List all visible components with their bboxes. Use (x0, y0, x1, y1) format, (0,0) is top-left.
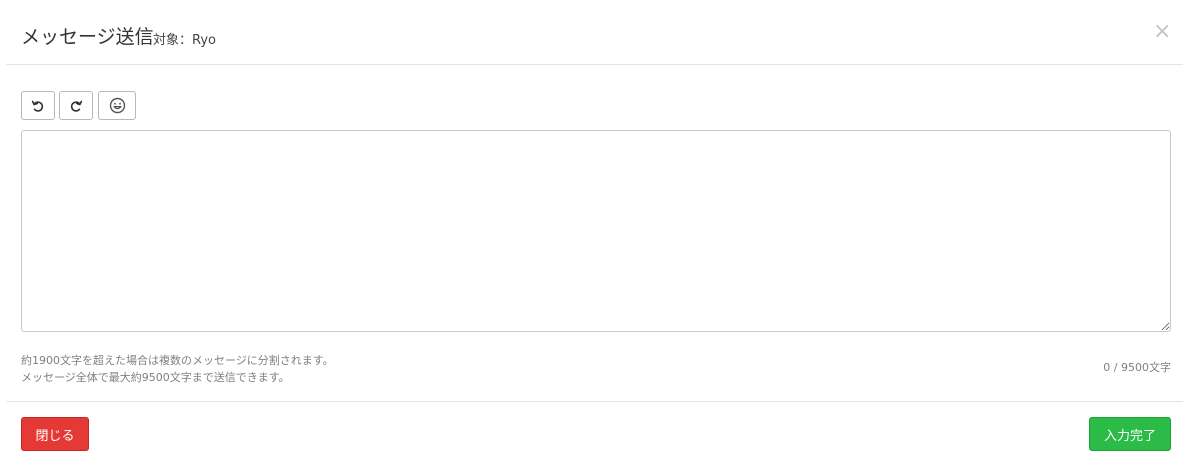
input-complete-button[interactable]: 入力完了 (1089, 417, 1171, 451)
recipient-label: 対象：Ryo (153, 33, 216, 48)
modal-header: メッセージ送信 対象：Ryo × (0, 0, 1189, 65)
undo-icon (31, 99, 45, 113)
redo-icon (69, 99, 83, 113)
emoji-icon (109, 97, 126, 114)
undo-button[interactable] (21, 91, 55, 120)
note-line-1: 約1900文字を超えた場合は複数のメッセージに分割されます。 (21, 354, 334, 367)
header-divider (6, 64, 1183, 65)
message-send-modal: メッセージ送信 対象：Ryo × 約1900文字を超えた場合は複数のメッセージに… (0, 0, 1189, 474)
emoji-button[interactable] (98, 91, 136, 120)
redo-button[interactable] (59, 91, 93, 120)
modal-title: メッセージ送信 (21, 26, 154, 48)
footer-divider (6, 401, 1183, 402)
message-textarea[interactable] (21, 130, 1171, 332)
close-button[interactable]: 閉じる (21, 417, 89, 451)
character-counter: 0 / 9500文字 (1103, 361, 1171, 374)
note-line-2: メッセージ全体で最大約9500文字まで送信できます。 (21, 371, 290, 384)
split-notes: 約1900文字を超えた場合は複数のメッセージに分割されます。 メッセージ全体で最… (21, 352, 334, 386)
close-icon[interactable]: × (1153, 21, 1171, 43)
